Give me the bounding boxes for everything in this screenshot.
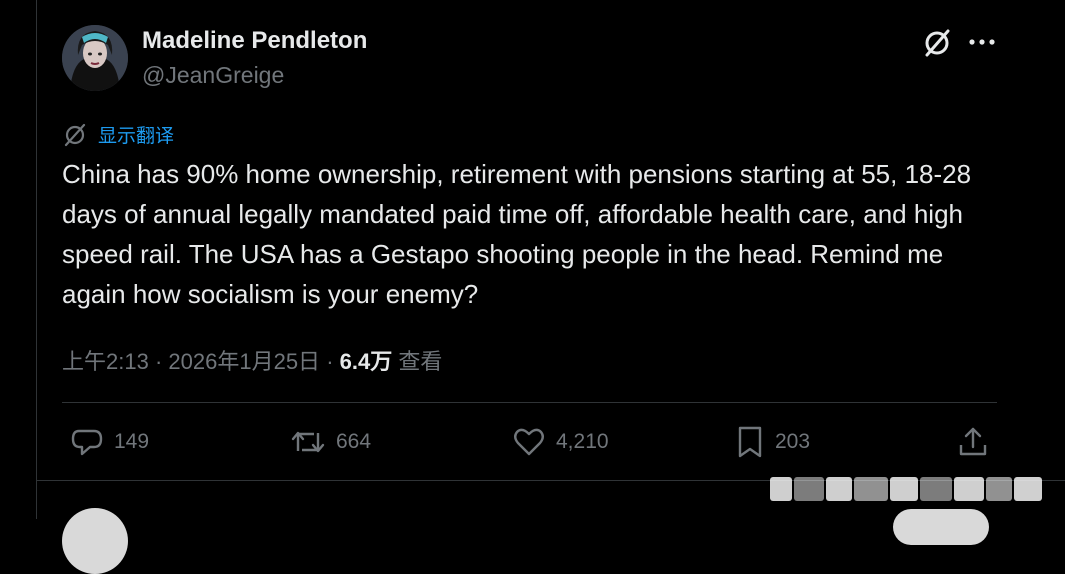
- meta-separator: ·: [154, 349, 163, 374]
- repost-icon: [291, 431, 325, 453]
- divider: [62, 402, 997, 403]
- repost-button[interactable]: 664: [290, 424, 371, 460]
- share-button[interactable]: [956, 424, 990, 460]
- translate-icon: [64, 123, 86, 146]
- bookmark-icon: [738, 426, 762, 458]
- tweet-text: China has 90% home ownership, retirement…: [62, 159, 972, 309]
- next-tweet-button[interactable]: [893, 509, 989, 545]
- show-translation-link[interactable]: 显示翻译: [62, 121, 174, 148]
- tweet-meta: 上午2:13 · 2026年1月25日 · 6.4万 查看: [62, 344, 442, 376]
- tweet-time[interactable]: 上午2:13: [62, 349, 149, 374]
- grok-button[interactable]: [920, 26, 954, 60]
- repost-count: 664: [336, 430, 372, 453]
- author-handle[interactable]: @JeanGreige: [142, 62, 284, 89]
- reply-icon: [71, 429, 103, 456]
- avatar-image: [62, 25, 128, 91]
- bookmark-button[interactable]: 203: [735, 424, 810, 460]
- avatar[interactable]: [62, 508, 128, 574]
- grok-icon: [925, 29, 950, 57]
- meta-separator: ·: [326, 349, 334, 374]
- author-name[interactable]: Madeline Pendleton: [142, 27, 367, 55]
- more-icon: [969, 39, 995, 45]
- like-count: 4,210: [556, 430, 609, 453]
- watermark: [770, 474, 1048, 504]
- bookmark-count: 203: [775, 430, 811, 453]
- like-button[interactable]: 4,210: [512, 424, 609, 460]
- views-count[interactable]: 6.4万: [340, 349, 393, 374]
- avatar[interactable]: [62, 25, 128, 91]
- reply-button[interactable]: 149: [70, 424, 149, 460]
- reply-count: 149: [114, 430, 150, 453]
- tweet-date[interactable]: 2026年1月25日: [168, 349, 320, 374]
- translate-label: 显示翻译: [98, 126, 175, 147]
- more-button[interactable]: [966, 32, 998, 52]
- share-icon: [959, 427, 987, 456]
- heart-icon: [514, 428, 544, 456]
- views-label: 查看: [398, 349, 443, 374]
